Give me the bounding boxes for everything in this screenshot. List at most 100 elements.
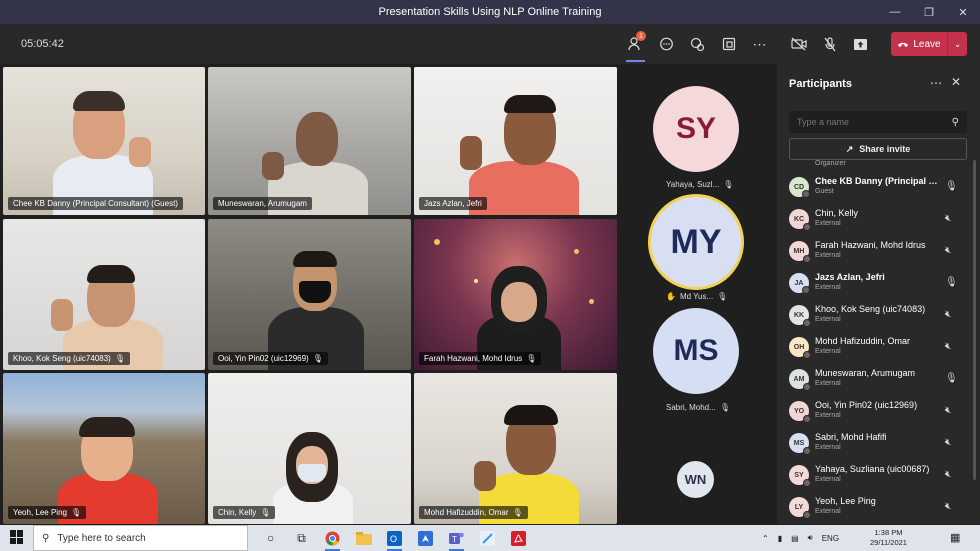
video-tile[interactable]: Muneswaran, Arumugam [208,67,411,215]
mic-off-icon[interactable]: 🔇︎ [945,501,951,512]
mic-off-icon[interactable]: 🔇︎ [945,469,951,480]
outlook-icon[interactable]: O [379,525,410,551]
participant-role: External [815,476,841,483]
meeting-toolbar: 05:05:42 1 ⋯ Leave ⌄ [0,24,980,64]
leave-options-chevron-icon[interactable]: ⌄ [947,32,967,56]
mic-off-icon[interactable]: 🔇︎ [945,213,951,224]
video-tile[interactable]: Jazs Azlan, Jefri [414,67,617,215]
participant-row[interactable]: AM Muneswaran, Arumugam External 🎙︎ [777,364,973,396]
more-icon[interactable]: ⋯ [930,76,942,90]
participant-row[interactable]: KC Chin, Kelly External 🔇︎ [777,204,973,236]
participant-name: Chin, Kelly [815,208,859,218]
search-input[interactable] [797,117,952,127]
mic-off-icon[interactable]: 🔇︎ [945,245,951,256]
maps-icon[interactable] [410,525,441,551]
participant-row[interactable]: MS Sabri, Mohd Hafifi External 🔇︎ [777,428,973,460]
close-icon[interactable]: ✕ [946,0,980,24]
avatar[interactable]: MY [648,194,744,290]
task-view-icon[interactable]: ⧉ [286,525,317,551]
chat-button[interactable] [651,24,682,64]
camera-toggle[interactable] [783,24,814,64]
avatar: LY [789,497,811,519]
participant-role: External [815,220,841,227]
avatar: MS [789,433,811,455]
meeting-controls: 1 ⋯ [620,24,876,64]
search-icon: ⚲ [42,532,50,544]
participant-name: Yeoh, Lee Ping [815,496,876,506]
avatar: MH [789,241,811,263]
battery-icon[interactable]: ▮ [778,534,782,543]
video-tile[interactable]: Mohd Hafizuddin, Omar 🎙︎ [414,373,617,524]
tile-name-tag: Mohd Hafizuddin, Omar 🎙︎ [419,506,528,519]
avatar[interactable]: SY [653,86,739,172]
language-indicator[interactable]: ENG [822,534,839,543]
taskbar-clock[interactable]: 1:38 PM 29/11/2021 [870,528,907,548]
participant-role: External [815,444,841,451]
leave-button[interactable]: Leave ⌄ [891,32,967,56]
participant-row[interactable]: OH Mohd Hafizuddin, Omar External 🔇︎ [777,332,973,364]
mic-icon[interactable]: 🎙︎ [945,277,958,288]
more-actions-button[interactable]: ⋯ [744,24,775,64]
participant-row[interactable]: CD Chee KB Danny (Principal Co... Guest 🎙︎ [777,172,973,204]
taskbar-search[interactable]: ⚲ Type here to search [33,525,248,551]
chevron-up-icon[interactable]: ⌃ [762,534,769,543]
app-icon[interactable] [472,525,503,551]
windows-start-icon[interactable] [10,530,24,544]
participant-name: Sabri, Mohd Hafifi [815,432,887,442]
participant-role: External [815,284,841,291]
mic-off-icon[interactable]: 🔇︎ [945,309,951,320]
audio-only-participants: SY Yahaya, Suzl... 🎙︎ MY ✋ Md Yus... 🎙︎ MS … [620,64,775,524]
participant-row[interactable]: LY Yeoh, Lee Ping External 🔇︎ [777,492,973,524]
participant-name: Chee KB Danny (Principal Co... [815,176,940,186]
teams-icon[interactable]: T [441,525,472,551]
panel-title: Participants [789,78,852,90]
video-tile[interactable]: Ooi, Yin Pin02 (uic12969) 🎙︎ [208,219,411,370]
acrobat-icon[interactable] [503,525,534,551]
video-tile[interactable]: Farah Hazwani, Mohd Idrus 🎙︎ [414,219,617,370]
mic-off-icon[interactable]: 🔇︎ [945,437,951,448]
participant-role: External [815,316,841,323]
participant-row[interactable]: JA Jazs Azlan, Jefri External 🎙︎ [777,268,973,300]
close-icon[interactable]: ✕ [951,75,961,89]
tile-name-tag: Ooi, Yin Pin02 (uic12969) 🎙︎ [213,352,328,365]
share-content-button[interactable] [845,24,876,64]
video-tile[interactable]: Chin, Kelly 🎙︎ [208,373,411,524]
participants-button[interactable]: 1 [620,24,651,64]
video-tile[interactable]: Khoo, Kok Seng (uic74083) 🎙︎ [3,219,205,370]
mic-off-icon[interactable]: 🔇︎ [945,405,951,416]
cortana-icon[interactable]: ○ [255,525,286,551]
mic-icon[interactable]: 🎙︎ [945,373,958,384]
rooms-button[interactable] [713,24,744,64]
tile-name-tag: Jazs Azlan, Jefri [419,197,487,210]
chrome-icon[interactable] [317,525,348,551]
scrollbar[interactable] [973,160,976,480]
volume-icon[interactable]: 🔊︎ [808,533,813,543]
notifications-icon[interactable]: ▦ [950,531,960,544]
file-explorer-icon[interactable] [348,525,379,551]
mic-off-icon: 🎙︎ [312,354,323,363]
video-tile[interactable]: Chee KB Danny (Principal Consultant) (Gu… [3,67,205,215]
video-tile[interactable]: Yeoh, Lee Ping 🎙︎ [3,373,205,524]
mic-toggle[interactable] [814,24,845,64]
reactions-button[interactable] [682,24,713,64]
participant-row[interactable]: YO Ooi, Yin Pin02 (uic12969) External 🔇︎ [777,396,973,428]
teams-meeting-window: Presentation Skills Using NLP Online Tra… [0,0,980,551]
meeting-timer: 05:05:42 [21,38,64,50]
participant-row[interactable]: MH Farah Hazwani, Mohd Idrus External 🔇︎ [777,236,973,268]
network-icon[interactable]: ▤ [791,534,799,543]
share-invite-button[interactable]: ↗ Share invite [789,138,967,160]
mic-icon[interactable]: 🎙︎ [945,181,958,192]
avatar[interactable]: MS [653,308,739,394]
participant-row[interactable]: SY Yahaya, Suzliana (uic00687) External 🔇︎ [777,460,973,492]
mic-off-icon[interactable]: 🔇︎ [945,341,951,352]
organizer-label: Organizer [815,160,846,167]
mic-off-icon: 🎙︎ [719,403,730,412]
participant-role: External [815,380,841,387]
restore-icon[interactable]: ❐ [912,0,946,24]
participant-row[interactable]: KK Khoo, Kok Seng (uic74083) External 🔇︎ [777,300,973,332]
minimize-icon[interactable]: — [878,0,912,24]
avatar[interactable]: WN [677,461,714,498]
search-icon[interactable]: ⚲ [952,117,959,128]
presence-icon [803,319,811,327]
participant-video [43,85,163,215]
